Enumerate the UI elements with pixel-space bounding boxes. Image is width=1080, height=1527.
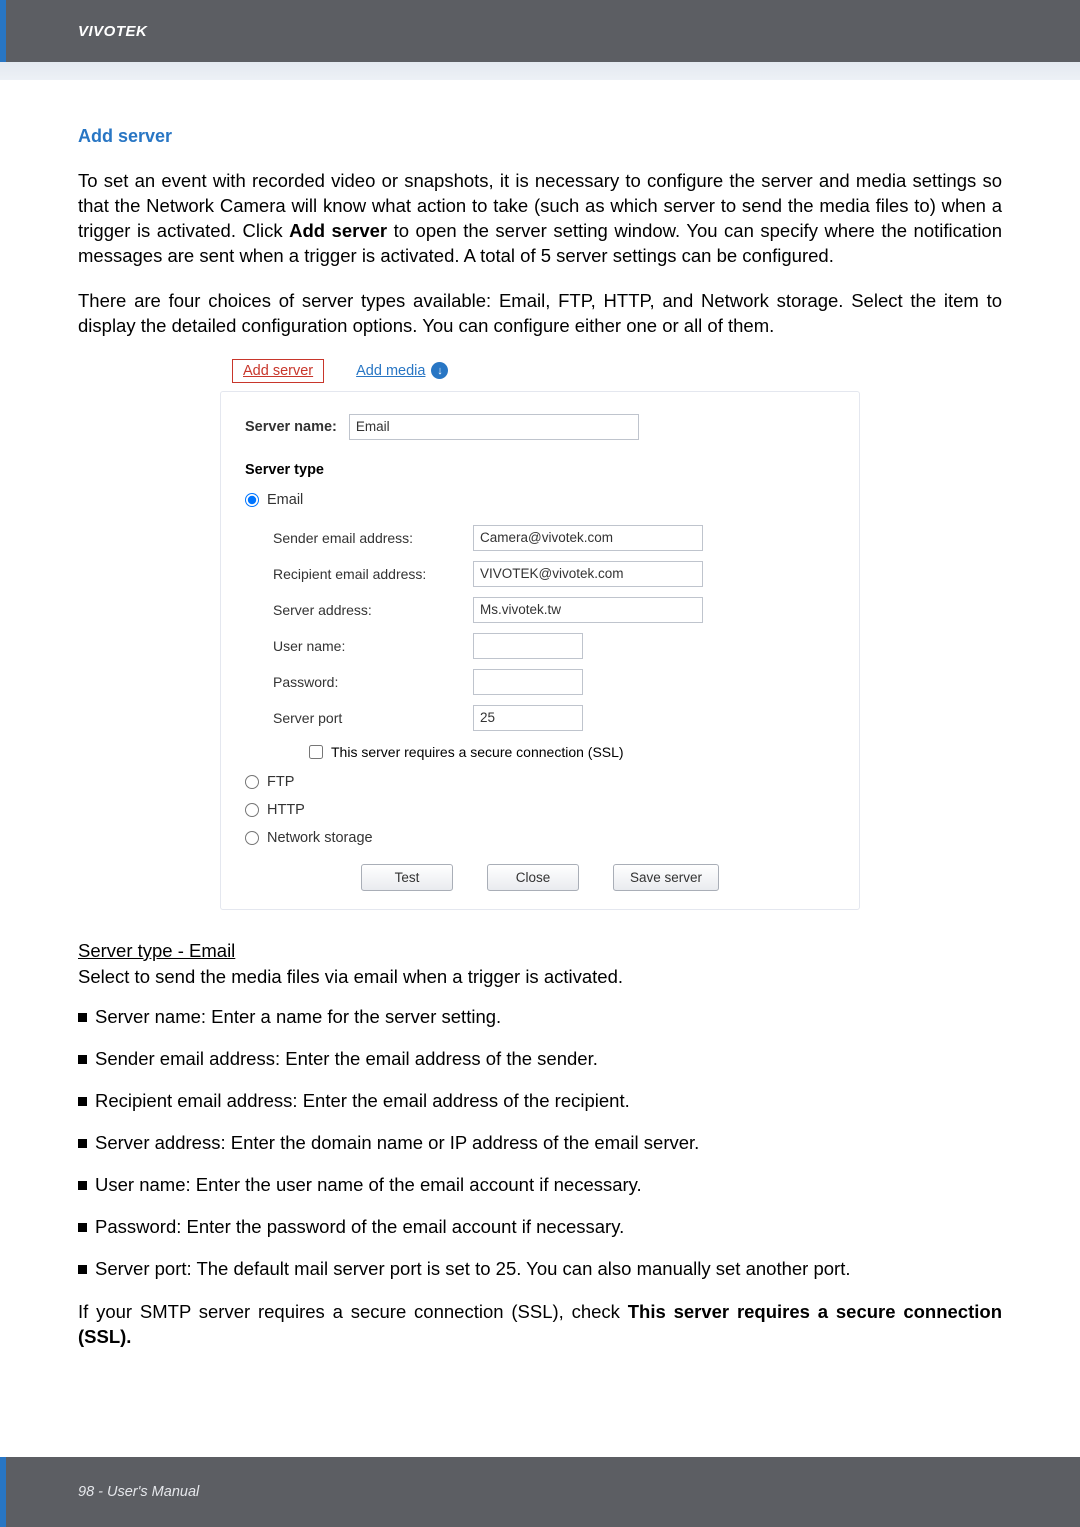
radio-email[interactable] bbox=[245, 493, 259, 507]
bullet-text: Server name: Enter a name for the server… bbox=[95, 1006, 501, 1028]
bullet-list: Server name: Enter a name for the server… bbox=[78, 1006, 1002, 1280]
intro-paragraph-1: To set an event with recorded video or s… bbox=[78, 169, 1002, 269]
bullet-icon bbox=[78, 1055, 87, 1064]
button-row: Test Close Save server bbox=[245, 864, 835, 891]
closing-paragraph: If your SMTP server requires a secure co… bbox=[78, 1300, 1002, 1350]
blue-stripe-top bbox=[0, 0, 6, 62]
bullet-text: User name: Enter the user name of the em… bbox=[95, 1174, 642, 1196]
row-server-port: Server port bbox=[273, 700, 835, 736]
server-config-panel: Add server Add media ↓ Server name: Serv… bbox=[220, 359, 860, 910]
row-sender: Sender email address: bbox=[273, 520, 835, 556]
radio-ftp-row: FTP bbox=[245, 774, 835, 790]
tab-add-media[interactable]: Add media ↓ bbox=[356, 359, 448, 383]
radio-http-label: HTTP bbox=[267, 802, 305, 818]
radio-netstorage-label: Network storage bbox=[267, 830, 373, 846]
save-server-button[interactable]: Save server bbox=[613, 864, 719, 891]
panel-tabs: Add server Add media ↓ bbox=[220, 359, 860, 383]
row-recipient: Recipient email address: bbox=[273, 556, 835, 592]
sender-input[interactable] bbox=[473, 525, 703, 551]
radio-email-label: Email bbox=[267, 492, 303, 508]
server-address-input[interactable] bbox=[473, 597, 703, 623]
row-username: User name: bbox=[273, 628, 835, 664]
bullet-icon bbox=[78, 1223, 87, 1232]
email-type-desc: Select to send the media files via email… bbox=[78, 966, 1002, 988]
username-input[interactable] bbox=[473, 633, 583, 659]
radio-ftp[interactable] bbox=[245, 775, 259, 789]
radio-ftp-label: FTP bbox=[267, 774, 294, 790]
bullet-item: Password: Enter the password of the emai… bbox=[78, 1216, 1002, 1238]
server-type-heading: Server type bbox=[245, 462, 835, 478]
test-button[interactable]: Test bbox=[361, 864, 453, 891]
bullet-text: Server port: The default mail server por… bbox=[95, 1258, 850, 1280]
bullet-item: Sender email address: Enter the email ad… bbox=[78, 1048, 1002, 1070]
bullet-text: Recipient email address: Enter the email… bbox=[95, 1090, 630, 1112]
footer-page-label: 98 - User's Manual bbox=[78, 1484, 199, 1500]
sender-label: Sender email address: bbox=[273, 530, 473, 546]
radio-email-row: Email bbox=[245, 492, 835, 508]
row-password: Password: bbox=[273, 664, 835, 700]
bullet-text: Server address: Enter the domain name or… bbox=[95, 1132, 699, 1154]
bullet-icon bbox=[78, 1139, 87, 1148]
recipient-input[interactable] bbox=[473, 561, 703, 587]
footer-band: 98 - User's Manual bbox=[0, 1457, 1080, 1527]
radio-http[interactable] bbox=[245, 803, 259, 817]
server-name-label: Server name: bbox=[245, 419, 337, 435]
email-type-heading: Server type - Email bbox=[78, 940, 1002, 962]
section-title: Add server bbox=[78, 126, 1002, 147]
bullet-item: Server address: Enter the domain name or… bbox=[78, 1132, 1002, 1154]
ssl-row: This server requires a secure connection… bbox=[309, 744, 835, 760]
blue-stripe-bottom bbox=[0, 1457, 6, 1527]
server-port-input[interactable] bbox=[473, 705, 583, 731]
bullet-icon bbox=[78, 1097, 87, 1106]
panel-body: Server name: Server type Email Sender em… bbox=[220, 391, 860, 910]
page-content: Add server To set an event with recorded… bbox=[0, 80, 1080, 1350]
tab-add-server[interactable]: Add server bbox=[232, 359, 324, 383]
server-name-input[interactable] bbox=[349, 414, 639, 440]
radio-netstorage[interactable] bbox=[245, 831, 259, 845]
panel-wrap: Add server Add media ↓ Server name: Serv… bbox=[78, 359, 1002, 910]
email-fields: Sender email address: Recipient email ad… bbox=[273, 520, 835, 736]
brand-logo-text: VIVOTEK bbox=[78, 23, 147, 40]
bullet-text: Password: Enter the password of the emai… bbox=[95, 1216, 624, 1238]
bullet-icon bbox=[78, 1265, 87, 1274]
password-input[interactable] bbox=[473, 669, 583, 695]
header-separator bbox=[0, 62, 1080, 80]
closing-text-a: If your SMTP server requires a secure co… bbox=[78, 1301, 628, 1322]
bullet-item: Recipient email address: Enter the email… bbox=[78, 1090, 1002, 1112]
tab-add-media-label: Add media bbox=[356, 363, 425, 379]
row-server-address: Server address: bbox=[273, 592, 835, 628]
server-port-label: Server port bbox=[273, 710, 473, 726]
bullet-item: Server name: Enter a name for the server… bbox=[78, 1006, 1002, 1028]
bullet-icon bbox=[78, 1181, 87, 1190]
help-icon[interactable]: ↓ bbox=[431, 362, 448, 379]
intro-paragraph-2: There are four choices of server types a… bbox=[78, 289, 1002, 339]
ssl-label: This server requires a secure connection… bbox=[331, 744, 624, 760]
bullet-item: User name: Enter the user name of the em… bbox=[78, 1174, 1002, 1196]
radio-netstorage-row: Network storage bbox=[245, 830, 835, 846]
server-address-label: Server address: bbox=[273, 602, 473, 618]
username-label: User name: bbox=[273, 638, 473, 654]
bullet-icon bbox=[78, 1013, 87, 1022]
radio-http-row: HTTP bbox=[245, 802, 835, 818]
top-header-band: VIVOTEK bbox=[6, 0, 1080, 62]
close-button[interactable]: Close bbox=[487, 864, 579, 891]
recipient-label: Recipient email address: bbox=[273, 566, 473, 582]
password-label: Password: bbox=[273, 674, 473, 690]
bullet-item: Server port: The default mail server por… bbox=[78, 1258, 1002, 1280]
row-server-name: Server name: bbox=[245, 414, 835, 440]
ssl-checkbox[interactable] bbox=[309, 745, 323, 759]
bullet-text: Sender email address: Enter the email ad… bbox=[95, 1048, 598, 1070]
